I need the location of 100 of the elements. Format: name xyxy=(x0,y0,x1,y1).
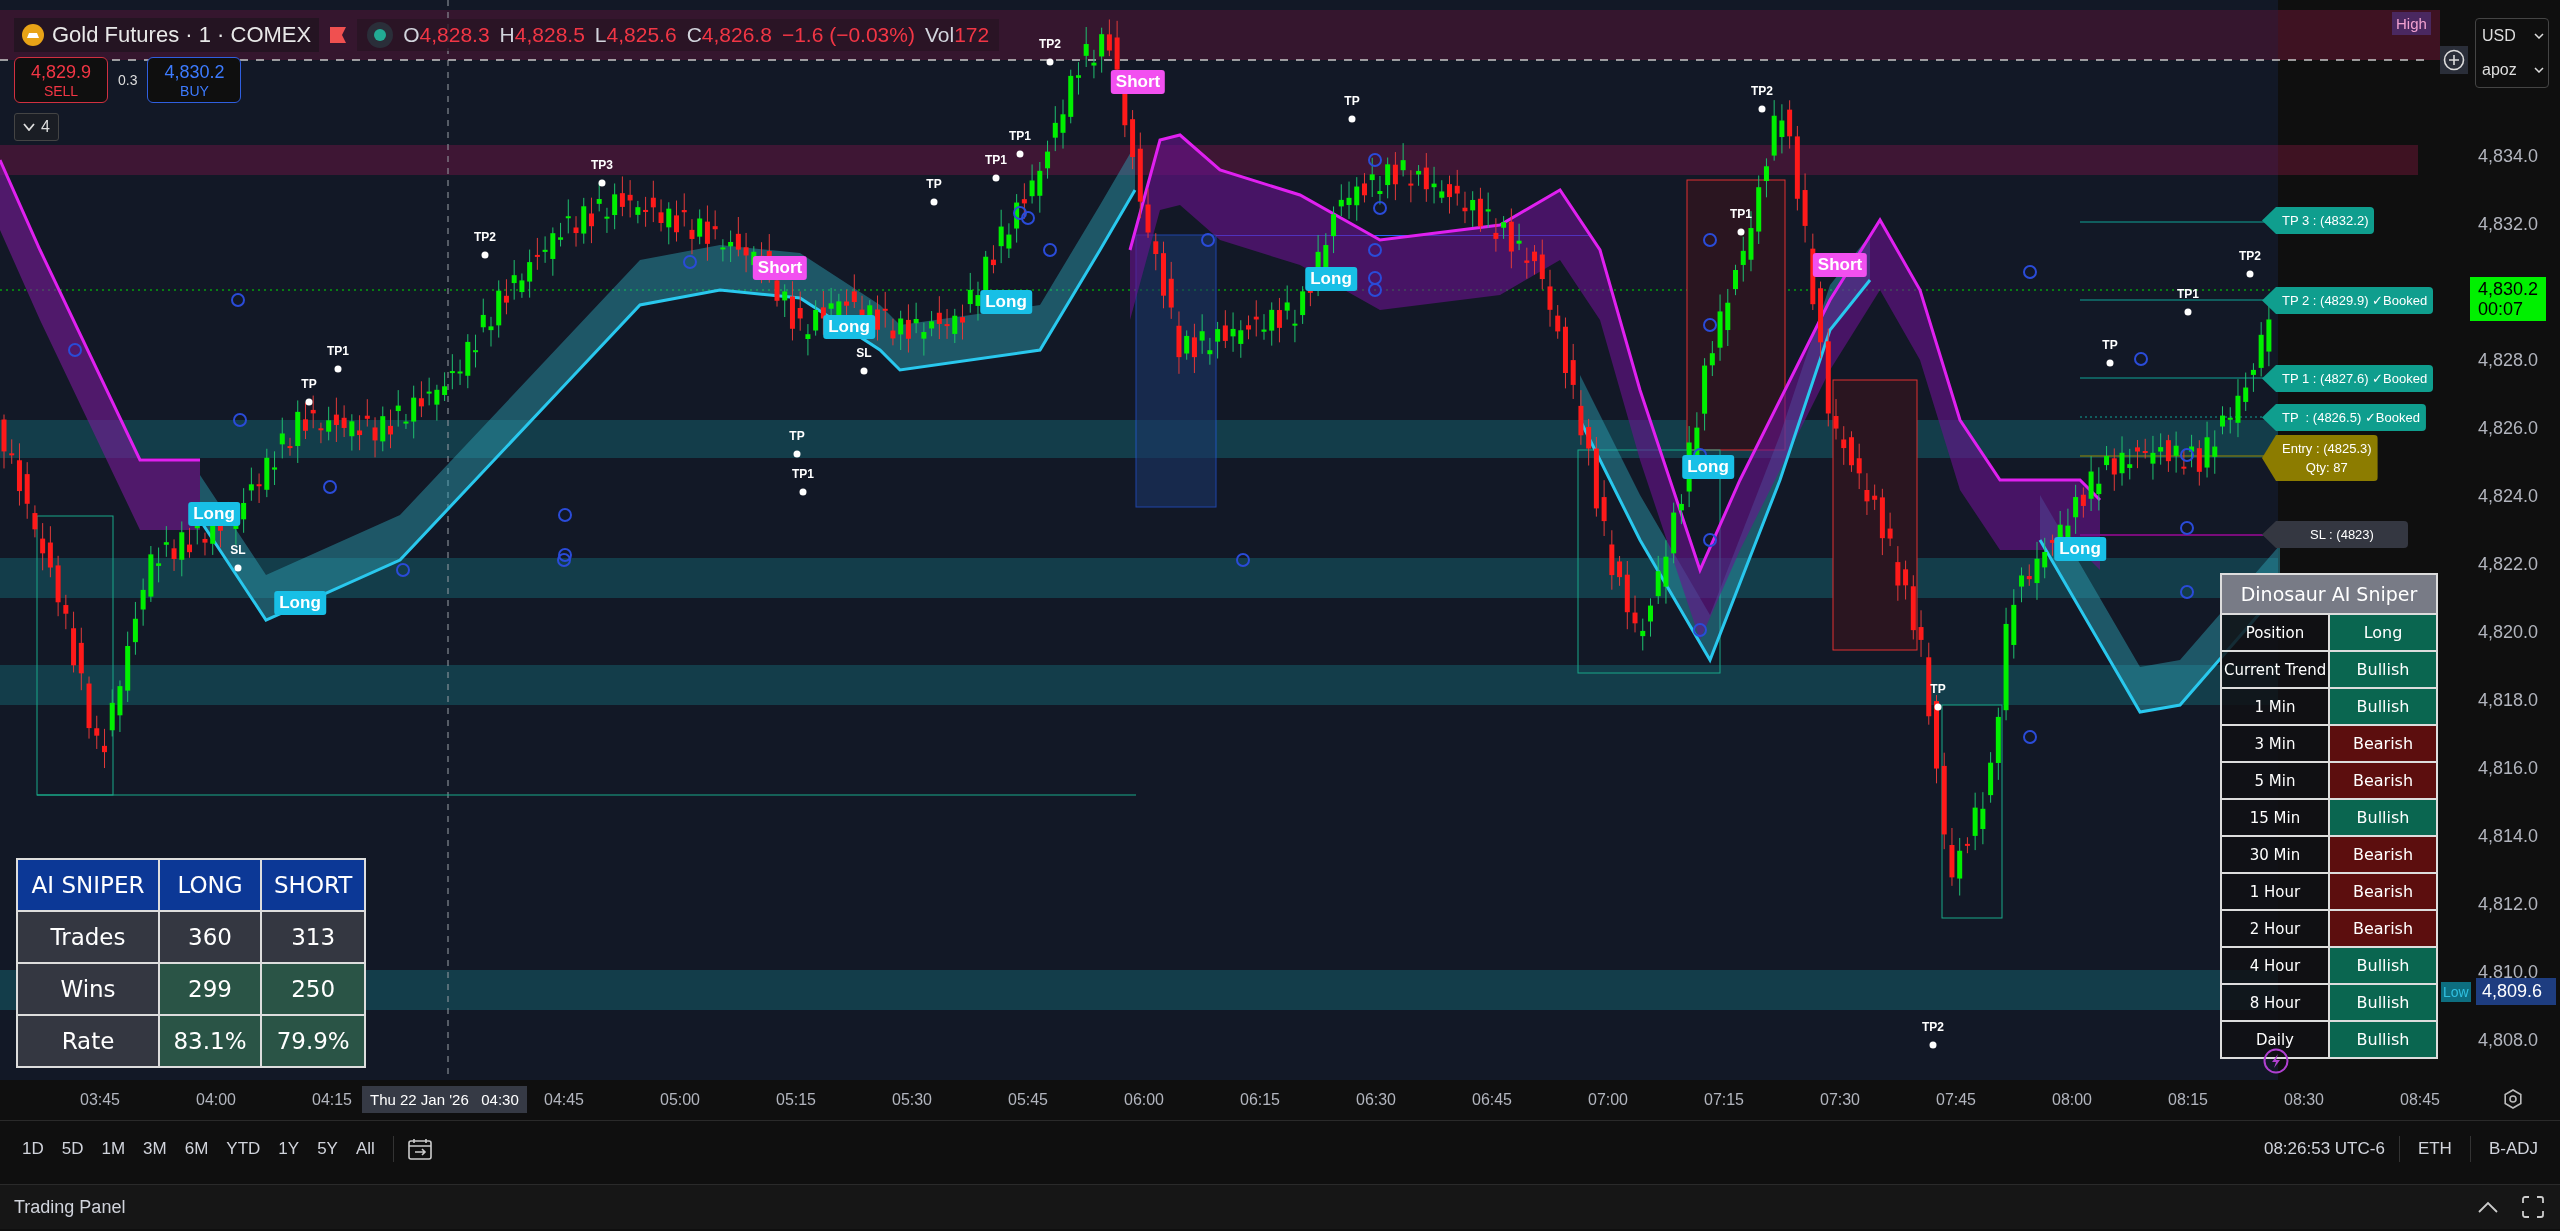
price-label: 4,828.0 xyxy=(2478,350,2539,371)
signal-label: Short xyxy=(1110,70,1166,94)
sell-button[interactable]: 4,829.9 SELL xyxy=(14,57,108,103)
plus-icon xyxy=(2443,49,2465,71)
time-label: 04:00 xyxy=(196,1091,236,1109)
target-label: TP1 xyxy=(1730,207,1752,221)
table-cell: 83.1% xyxy=(159,1015,261,1067)
range-button[interactable]: 1Y xyxy=(270,1135,308,1163)
time-label: 03:45 xyxy=(80,1091,120,1109)
row-label: 5 Min xyxy=(2221,762,2329,799)
table-cell: Bullish xyxy=(2329,651,2437,688)
target-label: SL xyxy=(856,346,872,360)
caret-icon xyxy=(2534,33,2544,39)
target-label: TP xyxy=(926,177,942,191)
ohlc-value: H4,828.5 xyxy=(499,23,585,47)
range-button[interactable]: All xyxy=(347,1135,383,1163)
row-label: 30 Min xyxy=(2221,836,2329,873)
ohlc-value: C4,826.8 xyxy=(686,23,772,47)
high-tag: High xyxy=(2392,12,2431,35)
adjustment-button[interactable]: B-ADJ xyxy=(2480,1135,2546,1163)
table-cell: Bearish xyxy=(2329,725,2437,762)
time-label: 07:45 xyxy=(1936,1091,1976,1109)
table-cell: Bullish xyxy=(2329,799,2437,836)
price-tag: TP 1 : (4827.6) ✓Booked xyxy=(2262,365,2434,392)
coin-icon xyxy=(22,24,44,46)
row-label: 2 Hour xyxy=(2221,910,2329,947)
range-button[interactable]: 3M xyxy=(135,1135,175,1163)
target-label: TP1 xyxy=(792,467,814,481)
signal-label: Long xyxy=(1682,455,1734,479)
expand-button[interactable] xyxy=(2476,1199,2500,1215)
target-label: TP2 xyxy=(1751,84,1773,98)
price-label: 4,824.0 xyxy=(2478,486,2539,507)
row-label: Current Trend xyxy=(2221,651,2329,688)
settings-button[interactable] xyxy=(2503,1089,2523,1109)
column-header: AI SNIPER xyxy=(17,859,159,911)
row-label: Daily xyxy=(2221,1021,2329,1058)
buy-button[interactable]: 4,830.2 BUY xyxy=(147,57,242,103)
table-cell: Bearish xyxy=(2329,910,2437,947)
lightning-button[interactable] xyxy=(2263,1048,2289,1074)
column-header: LONG xyxy=(159,859,261,911)
price-label: 4,826.0 xyxy=(2478,418,2539,439)
range-button[interactable]: 5Y xyxy=(309,1135,346,1163)
currency-dropdown[interactable]: USD xyxy=(2476,19,2548,53)
row-label: 1 Hour xyxy=(2221,873,2329,910)
table-cell: 250 xyxy=(261,963,366,1015)
time-label: 05:15 xyxy=(776,1091,816,1109)
calendar-icon xyxy=(407,1138,432,1160)
price-change: −1.6 (−0.03%) xyxy=(781,23,915,47)
target-label: TP3 xyxy=(591,158,613,172)
price-label: 4,808.0 xyxy=(2478,1030,2539,1051)
signal-label: Short xyxy=(1812,253,1868,277)
low-price-tag: 4,809.6 xyxy=(2476,978,2556,1005)
row-label: Rate xyxy=(17,1015,159,1067)
target-label: TP2 xyxy=(474,230,496,244)
table-cell: Bullish xyxy=(2329,688,2437,725)
time-label: 08:30 xyxy=(2284,1091,2324,1109)
target-label: TP2 xyxy=(1922,1020,1944,1034)
row-label: 15 Min xyxy=(2221,799,2329,836)
target-label: TP xyxy=(789,429,805,443)
range-button[interactable]: YTD xyxy=(218,1135,269,1163)
target-label: TP2 xyxy=(2239,249,2261,263)
price-tag: Entry : (4825.3) Qty: 87 xyxy=(2262,435,2378,481)
price-tag: SL : (4823) xyxy=(2262,521,2408,548)
time-label: 06:30 xyxy=(1356,1091,1396,1109)
table-cell: Long xyxy=(2329,614,2437,651)
price-label: 4,822.0 xyxy=(2478,554,2539,575)
signal-label: Long xyxy=(2054,537,2106,561)
indicators-toggle[interactable]: 4 xyxy=(14,113,59,141)
row-label: 1 Min xyxy=(2221,688,2329,725)
target-label: TP xyxy=(301,377,317,391)
table-cell: 79.9% xyxy=(261,1015,366,1067)
target-label: TP1 xyxy=(985,153,1007,167)
time-label: 06:45 xyxy=(1472,1091,1512,1109)
range-button[interactable]: 1D xyxy=(14,1135,52,1163)
row-label: 3 Min xyxy=(2221,725,2329,762)
unit-dropdown[interactable]: apoz xyxy=(2476,53,2548,87)
column-header: SHORT xyxy=(261,859,366,911)
target-label: TP1 xyxy=(327,344,349,358)
session-button[interactable]: ETH xyxy=(2409,1135,2460,1163)
target-label: TP2 xyxy=(1039,37,1061,51)
row-label: Position xyxy=(2221,614,2329,651)
time-label: 06:00 xyxy=(1124,1091,1164,1109)
range-button[interactable]: 5D xyxy=(53,1135,92,1163)
time-label: 05:45 xyxy=(1008,1091,1048,1109)
symbol-title[interactable]: Gold Futures · 1 · COMEX xyxy=(14,18,320,52)
price-label: 4,814.0 xyxy=(2478,826,2539,847)
table-cell: Bullish xyxy=(2329,1021,2437,1058)
flag-icon[interactable] xyxy=(329,26,348,44)
price-label: 4,812.0 xyxy=(2478,894,2539,915)
price-label: 4,816.0 xyxy=(2478,758,2539,779)
maximize-button[interactable] xyxy=(2520,1194,2546,1220)
target-label: TP1 xyxy=(2177,287,2199,301)
add-button[interactable] xyxy=(2440,46,2468,74)
table-cell: 299 xyxy=(159,963,261,1015)
range-button[interactable]: 6M xyxy=(176,1135,217,1163)
range-button[interactable]: 1M xyxy=(93,1135,134,1163)
time-label: 06:15 xyxy=(1240,1091,1280,1109)
target-label: TP1 xyxy=(1009,129,1031,143)
low-tag: Low xyxy=(2441,982,2471,1002)
time-label: 05:30 xyxy=(892,1091,932,1109)
